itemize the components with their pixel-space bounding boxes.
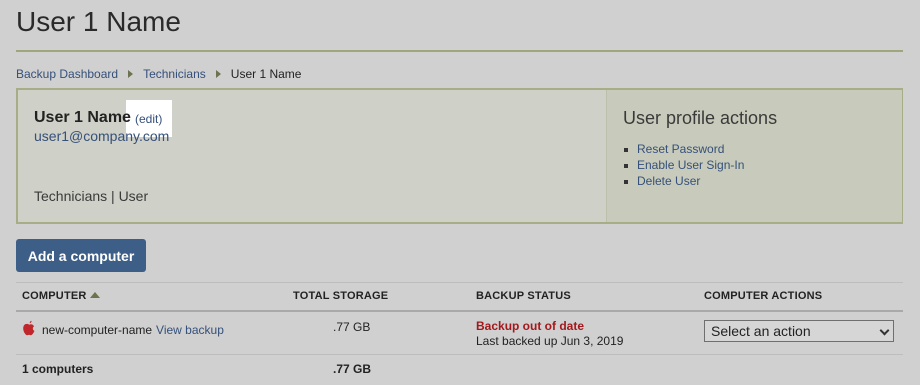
computer-name-cell: new-computer-name View backup <box>42 323 224 337</box>
backup-status-detail: Last backed up Jun 3, 2019 <box>476 334 624 348</box>
computer-action-select-value: Select an action <box>711 323 811 339</box>
action-item: Enable User Sign-In <box>623 157 744 173</box>
edit-user-link[interactable]: (edit) <box>135 112 162 126</box>
sort-ascending-icon <box>89 292 100 298</box>
breadcrumb-separator-icon <box>215 70 221 78</box>
table-row-divider <box>16 354 903 355</box>
breadcrumb-separator-icon <box>128 70 134 78</box>
breadcrumb: Backup Dashboard Technicians User 1 Name <box>16 67 301 81</box>
profile-actions-list: Reset Password Enable User Sign-In Delet… <box>623 141 744 189</box>
user-info: User 1 Name (edit) user1@company.com Tec… <box>18 90 606 222</box>
computer-name: new-computer-name <box>42 323 153 337</box>
breadcrumb-current: User 1 Name <box>230 67 302 81</box>
user-name: User 1 Name <box>34 109 131 126</box>
chevron-down-icon <box>879 325 890 336</box>
breadcrumb-backup-dashboard[interactable]: Backup Dashboard <box>16 67 118 81</box>
action-item: Reset Password <box>623 141 744 157</box>
total-storage-sum: .77 GB <box>333 362 372 376</box>
table-top-divider <box>16 282 903 283</box>
total-storage-value: .77 GB <box>333 320 371 334</box>
add-computer-button[interactable]: Add a computer <box>16 239 146 272</box>
page-title: User 1 Name <box>16 6 181 37</box>
computer-action-select[interactable]: Select an action <box>704 320 894 342</box>
user-role: Technicians | User <box>34 188 149 204</box>
column-header-computer[interactable]: COMPUTER <box>22 290 100 302</box>
user-detail-page: User 1 Name Backup Dashboard Technicians… <box>0 0 920 385</box>
view-backup-link[interactable]: View backup <box>156 323 224 337</box>
column-header-computer-actions: COMPUTER ACTIONS <box>704 290 823 302</box>
user-email-link[interactable]: user1@company.com <box>34 128 169 144</box>
enable-sign-in-link[interactable]: Enable User Sign-In <box>637 158 744 172</box>
delete-user-link[interactable]: Delete User <box>637 174 700 188</box>
reset-password-link[interactable]: Reset Password <box>637 142 724 156</box>
breadcrumb-technicians[interactable]: Technicians <box>143 67 206 81</box>
column-header-total-storage: TOTAL STORAGE <box>293 290 389 302</box>
column-header-backup-status: BACKUP STATUS <box>476 290 571 302</box>
backup-status-badge: Backup out of date <box>476 319 585 333</box>
computer-count: 1 computers <box>22 362 94 376</box>
user-profile-panel: User 1 Name (edit) user1@company.com Tec… <box>16 88 903 224</box>
column-header-label: COMPUTER <box>22 290 87 302</box>
apple-icon <box>23 320 35 336</box>
action-item: Delete User <box>623 173 744 189</box>
user-profile-actions: User profile actions Reset Password Enab… <box>606 90 902 222</box>
table-header-divider <box>16 310 903 312</box>
title-divider <box>16 50 903 52</box>
profile-actions-title: User profile actions <box>623 108 778 128</box>
